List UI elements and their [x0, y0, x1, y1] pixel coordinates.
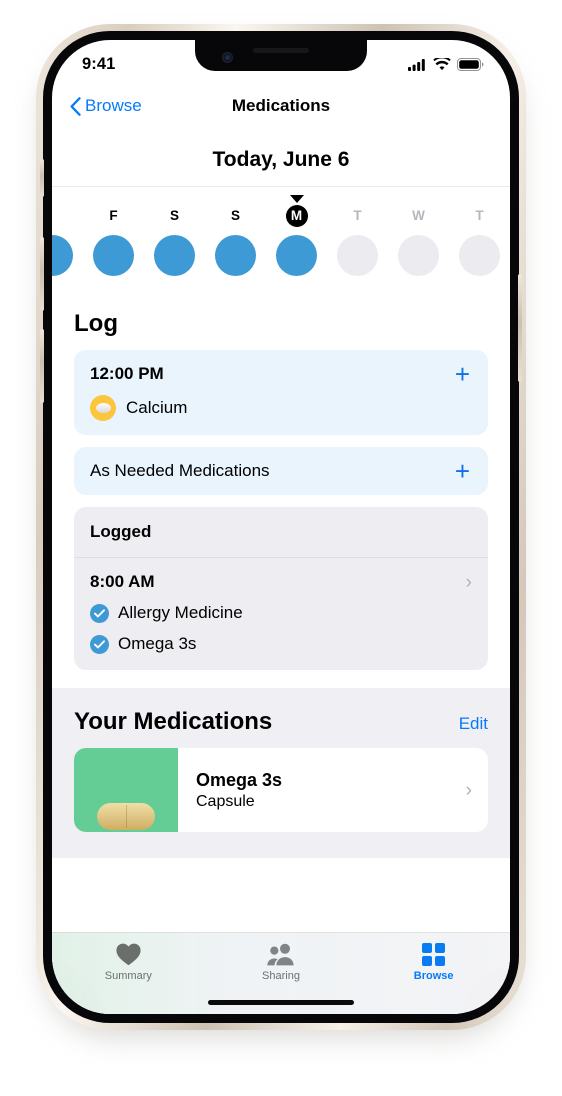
day-dot — [154, 235, 195, 276]
day-dot — [52, 235, 73, 276]
log-section-header: Log — [74, 290, 488, 350]
navigation-bar: Browse Medications — [52, 84, 510, 128]
as-needed-medications-card[interactable]: As Needed Medications + — [74, 447, 488, 495]
day-strip[interactable]: F S S M T W T — [52, 195, 510, 276]
logged-header: Logged — [74, 507, 488, 558]
medication-card-body: Omega 3s Capsule › — [178, 748, 488, 832]
as-needed-row: As Needed Medications + — [90, 458, 472, 484]
add-as-needed-button[interactable]: + — [453, 458, 472, 484]
chevron-right-icon[interactable]: › — [466, 573, 472, 592]
capsule-icon — [97, 803, 155, 830]
your-medications-title: Your Medications — [74, 708, 273, 735]
edit-button[interactable]: Edit — [459, 714, 488, 734]
logged-time-row[interactable]: 8:00 AM › — [90, 572, 472, 592]
front-camera-icon — [222, 52, 233, 63]
tablet-pill-icon — [90, 395, 116, 421]
logged-time: 8:00 AM — [90, 572, 155, 591]
battery-icon — [457, 57, 484, 71]
day-dot — [398, 235, 439, 276]
day-letter: W — [412, 208, 425, 223]
volume-down-button[interactable] — [40, 329, 44, 403]
logged-item[interactable]: Omega 3s — [90, 634, 472, 654]
logged-item-name: Allergy Medicine — [118, 603, 243, 622]
log-title: Log — [74, 310, 118, 337]
cellular-signal-icon — [408, 58, 425, 71]
scheduled-dose-time: 12:00 PM — [90, 364, 164, 383]
day-column-today[interactable]: M — [266, 195, 327, 276]
day-column-partial-left[interactable] — [52, 195, 83, 276]
logged-card: Logged 8:00 AM › Allergy Medicine Omega … — [74, 507, 488, 670]
iphone-device-frame: 9:41 Browse Medications Today, June 6 F … — [36, 24, 526, 1030]
scheduled-medication-name: Calcium — [126, 398, 188, 417]
back-button-label: Browse — [85, 96, 142, 115]
tab-sharing-label: Sharing — [262, 970, 300, 982]
day-column-2[interactable]: S — [205, 195, 266, 276]
day-dot — [93, 235, 134, 276]
day-letter: S — [169, 208, 179, 223]
volume-up-button[interactable] — [40, 237, 44, 311]
tab-browse-label: Browse — [413, 970, 454, 982]
back-button-browse[interactable]: Browse — [70, 96, 142, 116]
day-strip-container[interactable]: F S S M T W T — [52, 186, 510, 290]
medication-form: Capsule — [196, 792, 255, 810]
earpiece-speaker-icon — [253, 48, 309, 53]
logged-body[interactable]: 8:00 AM › Allergy Medicine Omega 3s — [74, 558, 488, 670]
home-indicator[interactable] — [208, 1000, 354, 1005]
day-dot — [215, 235, 256, 276]
mute-switch-button[interactable] — [40, 159, 44, 197]
your-medications-section: Your Medications Edit Omega 3s Capsule › — [52, 688, 510, 858]
day-column-4[interactable]: T — [327, 195, 388, 276]
day-letter: T — [475, 208, 484, 223]
day-pointer-icon — [289, 195, 304, 203]
as-needed-label: As Needed Medications — [90, 461, 270, 480]
check-circle-icon — [90, 634, 109, 654]
chevron-right-icon[interactable]: › — [466, 781, 472, 800]
grid-icon — [422, 943, 446, 966]
heart-icon — [116, 943, 141, 966]
status-bar-time: 9:41 — [82, 54, 116, 73]
day-dot — [276, 235, 317, 276]
medication-name: Omega 3s — [196, 769, 283, 790]
scheduled-medication-row: Calcium — [90, 395, 472, 421]
your-medications-header: Your Medications Edit — [74, 688, 488, 748]
logged-item-name: Omega 3s — [118, 634, 197, 653]
day-letter: M — [285, 205, 308, 227]
day-column-5[interactable]: W — [388, 195, 449, 276]
medication-text-block: Omega 3s Capsule — [196, 770, 282, 811]
date-header[interactable]: Today, June 6 — [52, 128, 510, 186]
tab-summary[interactable]: Summary — [52, 933, 205, 1014]
day-dot — [337, 235, 378, 276]
wifi-icon — [433, 57, 451, 70]
scroll-content[interactable]: Today, June 6 F S S M T W T Log 12:00 PM… — [52, 128, 510, 1014]
medication-thumbnail — [74, 748, 178, 832]
log-section: Log 12:00 PM + Calcium As Needed Medicat… — [52, 290, 510, 670]
day-letter: F — [109, 208, 118, 223]
device-screen: 9:41 Browse Medications Today, June 6 F … — [52, 40, 510, 1014]
logged-item[interactable]: Allergy Medicine — [90, 603, 472, 623]
status-bar-indicators — [408, 57, 484, 71]
checkmark-glyph — [94, 608, 105, 617]
day-column-6[interactable]: T — [449, 195, 510, 276]
check-circle-icon — [90, 603, 109, 623]
chevron-left-icon — [70, 96, 81, 116]
medication-list-item[interactable]: Omega 3s Capsule › — [74, 748, 488, 832]
day-letter: T — [353, 208, 362, 223]
day-column-1[interactable]: S — [144, 195, 205, 276]
add-dose-button[interactable]: + — [453, 361, 472, 387]
tab-browse[interactable]: Browse — [357, 933, 510, 1014]
tab-summary-label: Summary — [104, 970, 152, 982]
people-icon — [267, 943, 294, 966]
day-column-0[interactable]: F — [83, 195, 144, 276]
device-body: 9:41 Browse Medications Today, June 6 F … — [40, 31, 522, 1023]
scheduled-dose-top-row: 12:00 PM + — [90, 361, 472, 387]
day-dot — [459, 235, 500, 276]
display-notch — [195, 40, 367, 71]
power-button[interactable] — [518, 274, 522, 382]
day-letter: S — [230, 208, 240, 223]
checkmark-glyph — [94, 639, 105, 648]
scheduled-dose-card[interactable]: 12:00 PM + Calcium — [74, 350, 488, 435]
